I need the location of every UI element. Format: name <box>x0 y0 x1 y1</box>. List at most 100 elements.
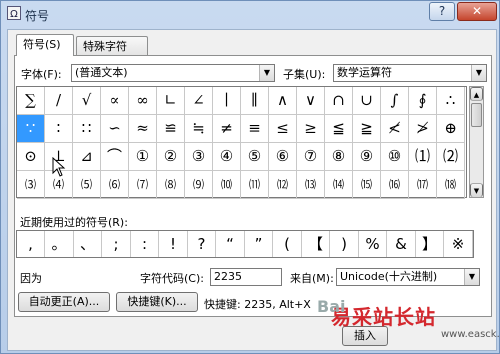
recent-symbol-cell[interactable]: ※ <box>445 231 473 257</box>
scroll-up-icon[interactable]: ▲ <box>470 87 483 101</box>
symbol-cell[interactable]: ⒁ <box>325 171 353 199</box>
symbol-grid[interactable]: ∑ / √ ∝ ∞ ∟ ∠ ∣ ∥ ∧ ∨ ∩ ∪ ∫ ∮ ∴ ∵ ∶ ∷ ∽ ≈ ≌ ≒ ≠ ≡ ≤ ≥ ≦ ≧ ≮ ≯ ⊕ ⊙ ⊥ ⊿ ⌒ ① ② ③ ④… <box>16 86 467 199</box>
symbol-cell[interactable]: ∞ <box>129 87 157 115</box>
shortcut-key-button[interactable]: 快捷键(K)... <box>116 292 198 312</box>
symbol-cell[interactable]: ≠ <box>213 115 241 143</box>
recent-symbol-cell[interactable]: ? <box>188 231 216 257</box>
help-button[interactable]: ? <box>429 2 455 21</box>
recent-symbol-cell[interactable]: 【 <box>302 231 330 257</box>
symbol-cell[interactable]: ⑤ <box>241 143 269 171</box>
symbol-cell[interactable]: ∨ <box>297 87 325 115</box>
symbol-cell[interactable]: ≒ <box>185 115 213 143</box>
recent-symbol-cell[interactable]: ” <box>245 231 273 257</box>
symbol-cell[interactable]: ≡ <box>241 115 269 143</box>
char-code-input[interactable]: 2235 <box>210 268 282 286</box>
symbol-cell[interactable]: ∥ <box>241 87 269 115</box>
recent-symbols-grid[interactable]: ,。、;:!? “”(【)% &】 ※ <box>16 230 474 258</box>
symbol-cell[interactable]: ∴ <box>437 87 465 115</box>
recent-symbol-cell[interactable]: & <box>388 231 416 257</box>
symbol-cell[interactable]: ② <box>157 143 185 171</box>
symbol-cell[interactable]: ⊕ <box>437 115 465 143</box>
symbol-cell[interactable]: ① <box>129 143 157 171</box>
symbol-cell[interactable]: ⒃ <box>381 171 409 199</box>
symbol-cell[interactable]: ⑽ <box>213 171 241 199</box>
symbol-cell[interactable]: ③ <box>185 143 213 171</box>
recent-symbol-cell[interactable]: “ <box>217 231 245 257</box>
recent-symbol-cell[interactable]: , <box>17 231 45 257</box>
chevron-down-icon[interactable]: ▼ <box>464 269 479 285</box>
symbol-cell[interactable]: ⑹ <box>101 171 129 199</box>
watermark-url: www.easck.com <box>441 329 500 340</box>
recent-symbol-cell[interactable]: 】 <box>416 231 444 257</box>
symbol-cell[interactable]: ⑿ <box>269 171 297 199</box>
symbol-cell[interactable]: ⑥ <box>269 143 297 171</box>
symbol-cell[interactable]: ⒅ <box>437 171 465 199</box>
symbol-cell[interactable]: ⑶ <box>17 171 45 199</box>
symbol-cell[interactable]: ∟ <box>157 87 185 115</box>
symbol-cell[interactable]: ∠ <box>185 87 213 115</box>
symbol-cell[interactable]: ∧ <box>269 87 297 115</box>
recent-symbol-cell[interactable]: ) <box>331 231 359 257</box>
tab-special-characters[interactable]: 特殊字符(P) <box>76 36 148 68</box>
from-select[interactable]: Unicode(十六进制) ▼ <box>336 268 480 286</box>
symbol-cell[interactable]: ≧ <box>353 115 381 143</box>
chevron-down-icon[interactable]: ▼ <box>259 65 274 81</box>
symbol-cell[interactable]: √ <box>73 87 101 115</box>
symbol-cell[interactable]: ≌ <box>157 115 185 143</box>
symbol-cell[interactable]: ∮ <box>409 87 437 115</box>
symbol-cell[interactable]: ∪ <box>353 87 381 115</box>
symbol-cell[interactable]: ⑴ <box>409 143 437 171</box>
symbol-cell[interactable]: ⌒ <box>101 143 129 171</box>
symbol-grid-scrollbar[interactable]: ▲ ▼ <box>469 86 484 198</box>
recent-symbol-cell[interactable]: 。 <box>46 231 74 257</box>
symbol-cell[interactable]: ≮ <box>381 115 409 143</box>
symbol-cell[interactable]: ∷ <box>73 115 101 143</box>
scroll-down-icon[interactable]: ▼ <box>470 183 483 197</box>
recent-symbol-cell[interactable]: 、 <box>74 231 102 257</box>
symbol-cell[interactable]: ⒂ <box>353 171 381 199</box>
symbol-cell[interactable]: ⒀ <box>297 171 325 199</box>
subset-select[interactable]: 数学运算符 ▼ <box>333 64 487 82</box>
symbol-cell[interactable]: ⑦ <box>297 143 325 171</box>
recent-symbol-cell[interactable]: % <box>359 231 387 257</box>
symbol-cell[interactable]: ∑ <box>17 87 45 115</box>
symbol-cell[interactable]: ∶ <box>45 115 73 143</box>
recent-symbol-cell[interactable]: ! <box>160 231 188 257</box>
symbol-cell[interactable]: ⑼ <box>185 171 213 199</box>
title-bar[interactable]: Ω 符号 ? ✕ <box>1 1 500 27</box>
symbol-cell[interactable]: ∵ <box>17 115 45 143</box>
chevron-down-icon[interactable]: ▼ <box>471 65 486 81</box>
symbol-cell[interactable]: ④ <box>213 143 241 171</box>
recent-symbol-cell[interactable]: ; <box>103 231 131 257</box>
symbol-cell[interactable]: ≥ <box>297 115 325 143</box>
recent-symbol-cell[interactable]: : <box>131 231 159 257</box>
symbol-cell[interactable]: ⑸ <box>73 171 101 199</box>
font-select[interactable]: (普通文本) ▼ <box>71 64 275 82</box>
symbol-cell[interactable]: ⑩ <box>381 143 409 171</box>
symbol-cell[interactable]: ⑾ <box>241 171 269 199</box>
symbol-cell[interactable]: ⊙ <box>17 143 45 171</box>
symbol-cell[interactable]: / <box>45 87 73 115</box>
symbol-cell[interactable]: ≯ <box>409 115 437 143</box>
symbol-cell[interactable]: ⑧ <box>325 143 353 171</box>
symbol-cell[interactable]: ∫ <box>381 87 409 115</box>
recent-symbol-cell[interactable]: ( <box>274 231 302 257</box>
symbol-cell[interactable]: ∣ <box>213 87 241 115</box>
symbol-cell[interactable]: ∽ <box>101 115 129 143</box>
symbol-cell[interactable]: ⑵ <box>437 143 465 171</box>
from-select-value: Unicode(十六进制) <box>340 270 438 283</box>
symbol-cell[interactable]: ≦ <box>325 115 353 143</box>
symbol-cell[interactable]: ⑨ <box>353 143 381 171</box>
symbol-cell[interactable]: ≈ <box>129 115 157 143</box>
symbol-cell[interactable]: ∝ <box>101 87 129 115</box>
close-button[interactable]: ✕ <box>457 2 497 21</box>
symbol-cell[interactable]: ∩ <box>325 87 353 115</box>
symbol-cell[interactable]: ⒄ <box>409 171 437 199</box>
tab-symbols[interactable]: 符号(S) <box>16 34 74 56</box>
symbol-cell[interactable]: ⑺ <box>129 171 157 199</box>
scroll-thumb[interactable] <box>471 103 482 127</box>
symbol-cell[interactable]: ≤ <box>269 115 297 143</box>
autocorrect-button[interactable]: 自动更正(A)... <box>18 292 110 312</box>
symbol-cell[interactable]: ⊿ <box>73 143 101 171</box>
symbol-cell[interactable]: ⑻ <box>157 171 185 199</box>
